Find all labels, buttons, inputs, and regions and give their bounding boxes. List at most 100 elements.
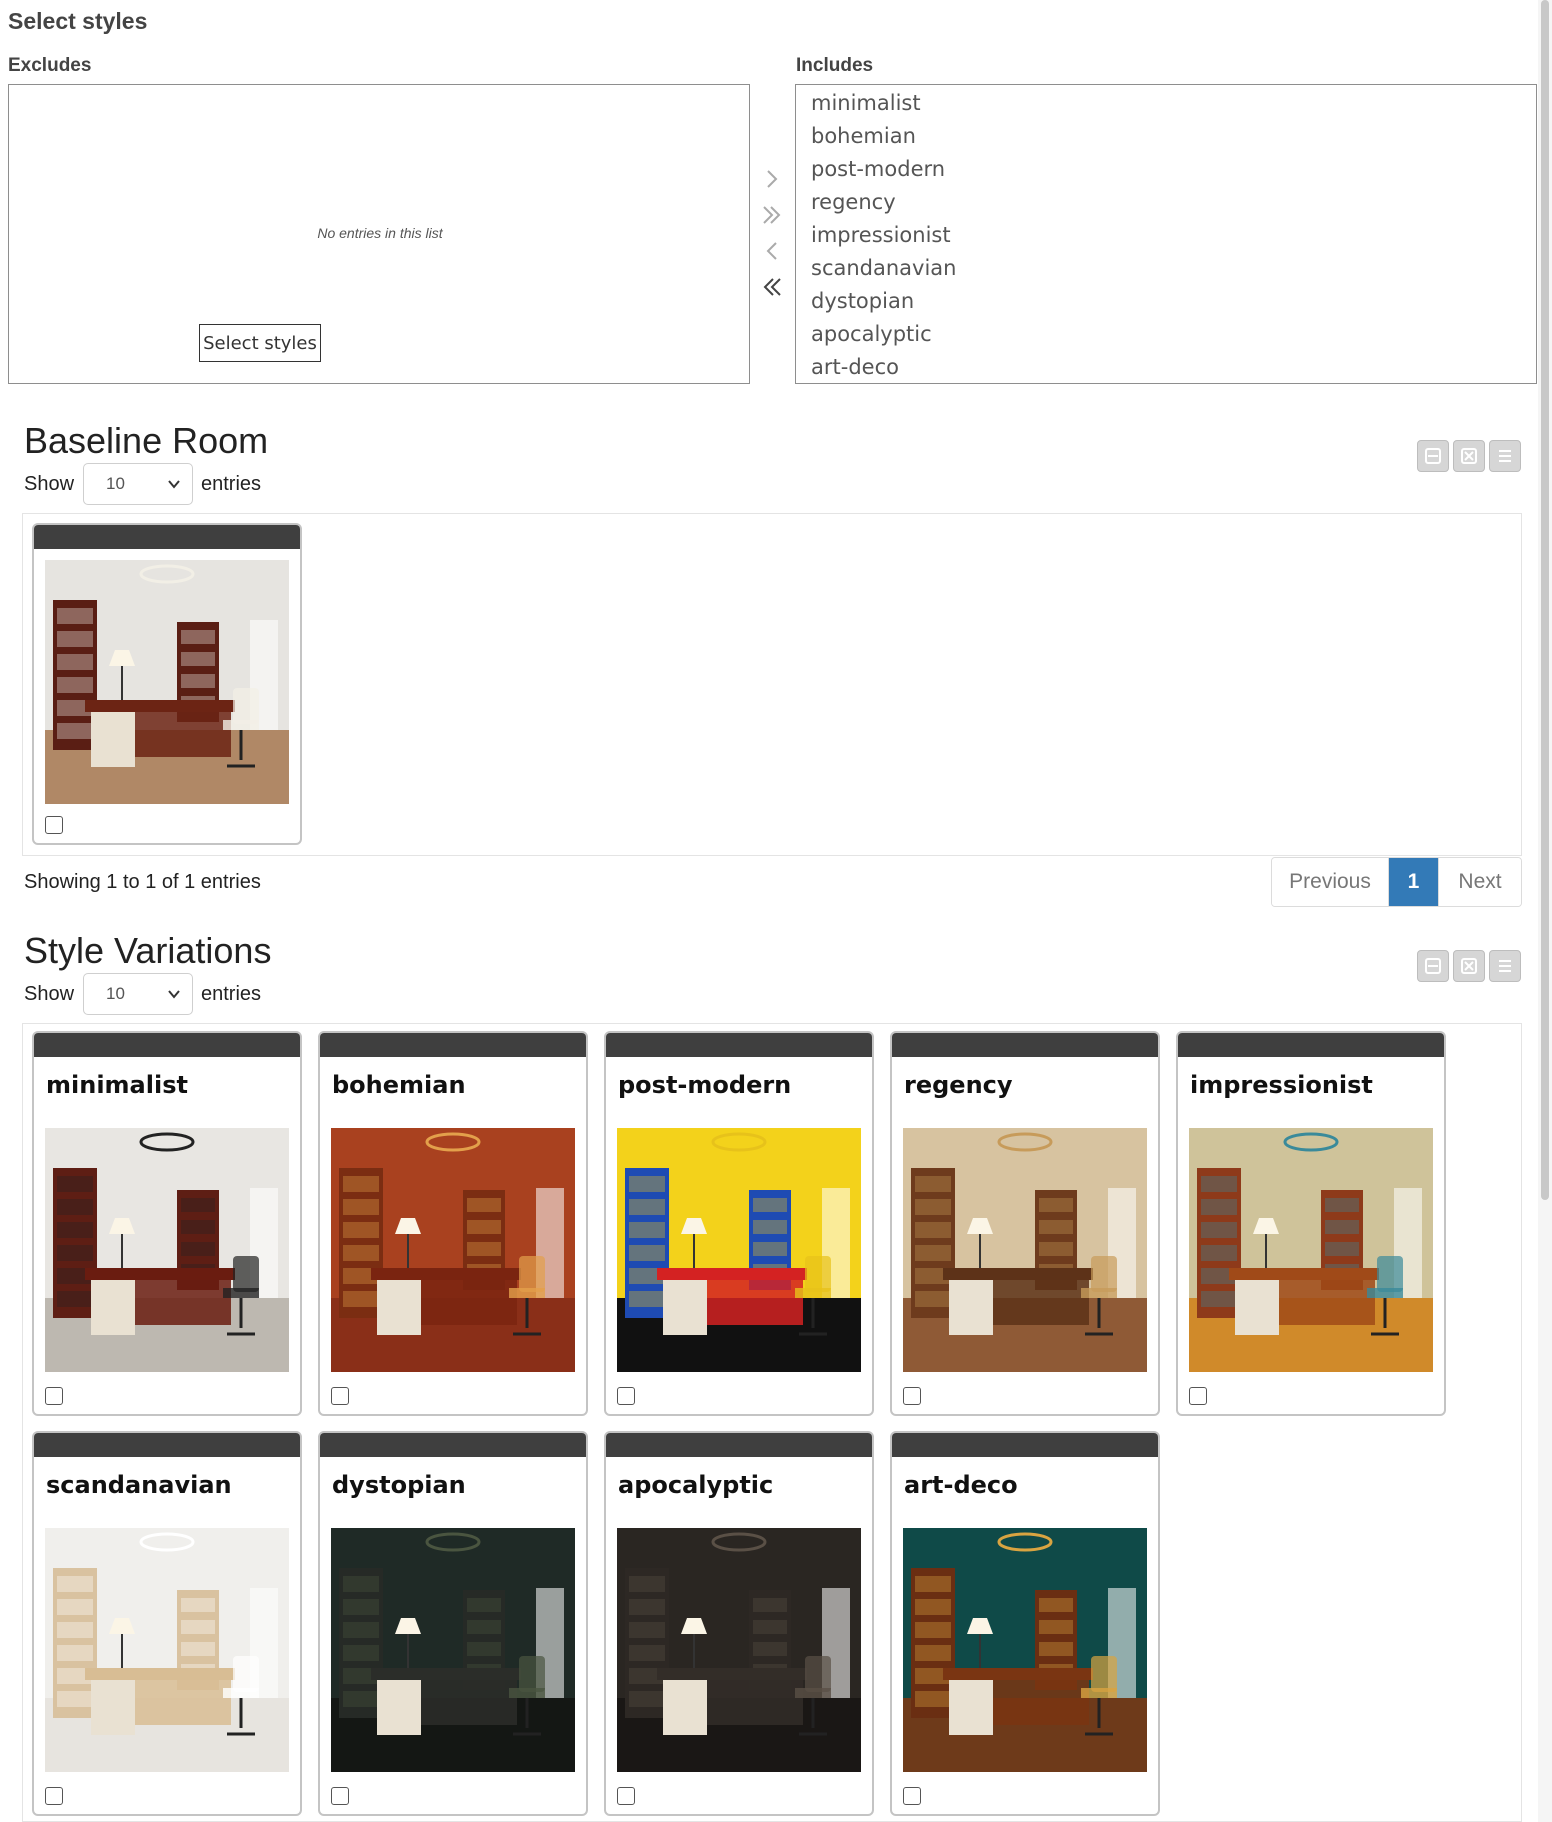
chair-back [233,688,259,724]
shelf-books [57,1622,93,1638]
baseline-select-checkbox[interactable] [45,816,63,834]
includes-item[interactable]: bohemian [796,120,1536,153]
style-card-bohemian[interactable]: bohemian [318,1031,588,1416]
desk-top [943,1268,1093,1280]
baseline-table [22,513,1522,856]
style-select-checkbox[interactable] [903,1787,921,1805]
shelf-books [57,1599,93,1615]
move-all-right-button[interactable] [757,200,787,230]
style-card-impressionist[interactable]: impressionist [1176,1031,1446,1416]
style-select-checkbox[interactable] [331,1387,349,1405]
style-select-checkbox[interactable] [617,1387,635,1405]
shelf-books [915,1222,951,1238]
baseline-card[interactable] [32,523,302,845]
next-button[interactable]: Next [1439,858,1521,906]
desk-body [135,712,231,757]
shelf-books [181,1598,215,1612]
style-card-scandanavian[interactable]: scandanavian [32,1431,302,1816]
chair-seat [795,1688,831,1698]
shelf-books [467,1220,501,1234]
style-select-checkbox[interactable] [45,1787,63,1805]
style-select-checkbox[interactable] [1189,1387,1207,1405]
style-card-regency[interactable]: regency [890,1031,1160,1416]
style-room-image [617,1128,861,1372]
variations-page-length-select[interactable]: 10 [83,973,193,1015]
select-styles-button[interactable]: Select styles [199,324,321,362]
style-card-minimalist[interactable]: minimalist [32,1031,302,1416]
shelf-books [57,1645,93,1661]
shelf-books [343,1245,379,1261]
expand-icon [1461,448,1477,464]
baseline-page-length-select[interactable]: 10 [83,463,193,505]
excludes-list[interactable]: No entries in this list Select styles [8,84,750,384]
includes-item[interactable]: art-deco [796,351,1536,384]
shelf-books [629,1222,665,1238]
lamp-stand [693,1632,695,1668]
shelf-books [629,1691,665,1707]
includes-item[interactable]: impressionist [796,219,1536,252]
excludes-label: Excludes [8,55,92,76]
menu-button[interactable] [1489,440,1521,472]
includes-item[interactable]: minimalist [796,87,1536,120]
style-select-checkbox[interactable] [903,1387,921,1405]
desk-body [421,1680,517,1725]
double-chevron-right-icon [763,206,781,224]
includes-list[interactable]: minimalist bohemian post-modern regency impr… [795,84,1537,384]
scrollbar[interactable] [1538,0,1552,1822]
select-styles-heading: Select styles [8,8,148,34]
shelf-books [467,1598,501,1612]
chair-back [1377,1256,1403,1292]
shelf-books [57,1291,93,1307]
includes-item[interactable]: post-modern [796,153,1536,186]
includes-item[interactable]: apocalyptic [796,318,1536,351]
scrollbar-thumb[interactable] [1541,0,1549,1200]
shelf-books [57,1199,93,1215]
style-select-checkbox[interactable] [45,1387,63,1405]
includes-item[interactable]: dystopian [796,285,1536,318]
shelf-books [343,1291,379,1307]
style-card-art-deco[interactable]: art-deco [890,1431,1160,1816]
chair-seat [1081,1288,1117,1298]
chair-seat [1081,1688,1117,1698]
desk-drawers [663,1680,707,1735]
shelf-books [629,1245,665,1261]
style-card-post-modern[interactable]: post-modern [604,1031,874,1416]
expand-button[interactable] [1453,440,1485,472]
empty-list-message: No entries in this list [317,225,443,241]
chevron-right-icon [767,170,778,188]
style-select-checkbox[interactable] [617,1787,635,1805]
expand-button[interactable] [1453,950,1485,982]
previous-button[interactable]: Previous [1272,858,1389,906]
style-card-dystopian[interactable]: dystopian [318,1431,588,1816]
page-1-button[interactable]: 1 [1389,858,1439,906]
desk-drawers [1235,1280,1279,1335]
shelf-books [467,1242,501,1256]
desk-drawers [949,1680,993,1735]
shelf-books [467,1642,501,1656]
menu-button[interactable] [1489,950,1521,982]
move-all-left-button[interactable] [757,272,787,302]
shelf-books [343,1176,379,1192]
shelf-books [1325,1198,1359,1212]
shelf-books [753,1598,787,1612]
collapse-button[interactable] [1417,950,1449,982]
shelf-books [343,1645,379,1661]
shelf-books [915,1199,951,1215]
collapse-button[interactable] [1417,440,1449,472]
desk-body [135,1280,231,1325]
pagination: Previous 1 Next [1271,857,1522,907]
includes-item[interactable]: regency [796,186,1536,219]
card-header-bar [34,1033,300,1057]
card-title: impressionist [1190,1071,1373,1099]
style-card-apocalyptic[interactable]: apocalyptic [604,1431,874,1816]
desk-drawers [91,712,135,767]
card-title: apocalyptic [618,1471,774,1499]
desk-drawers [663,1280,707,1335]
style-select-checkbox[interactable] [331,1787,349,1805]
move-selected-right-button[interactable] [757,164,787,194]
includes-item[interactable]: scandanavian [796,252,1536,285]
shelf-books [57,654,93,670]
move-selected-left-button[interactable] [757,236,787,266]
card-title: regency [904,1071,1013,1099]
desk-top [371,1268,521,1280]
